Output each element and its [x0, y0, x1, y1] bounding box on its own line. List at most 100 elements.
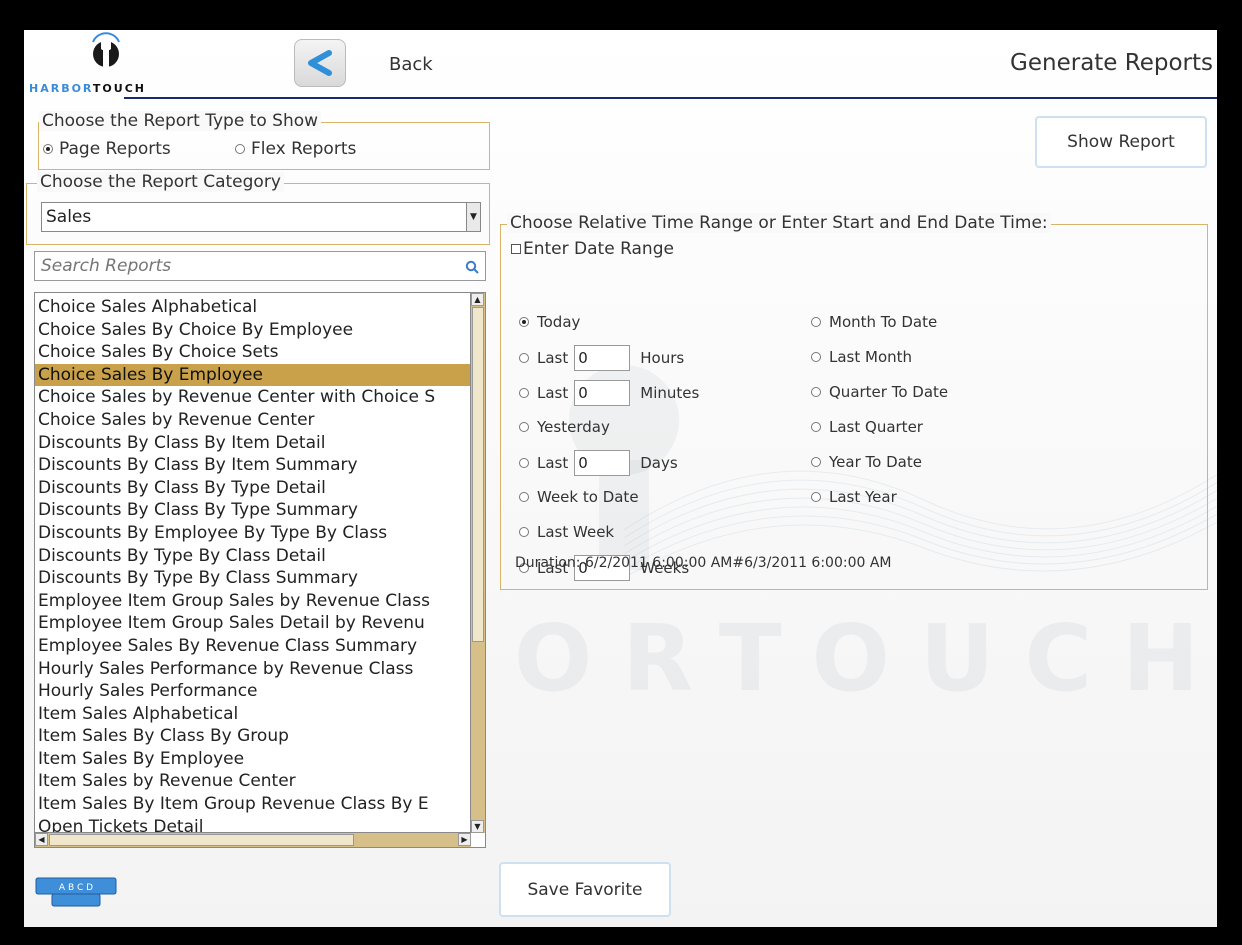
- search-icon[interactable]: [465, 260, 479, 274]
- radio-button[interactable]: [519, 388, 529, 398]
- radio-last-days[interactable]: Last Days: [519, 450, 678, 476]
- radio-label: Last: [537, 349, 569, 367]
- report-list[interactable]: Choice Sales Alphabetical Choice Sales By…: [34, 292, 486, 848]
- radio-last-quarter[interactable]: Last Quarter: [811, 418, 923, 436]
- back-label[interactable]: Back: [389, 54, 433, 75]
- scroll-thumb[interactable]: [472, 307, 484, 642]
- logo-text-part1: HARBOR: [29, 82, 93, 95]
- scroll-down-icon[interactable]: ▼: [471, 820, 484, 833]
- radio-button[interactable]: [235, 144, 245, 154]
- radio-label: Flex Reports: [251, 139, 357, 159]
- list-item[interactable]: Discounts By Class By Type Detail: [35, 477, 471, 500]
- list-item[interactable]: Discounts By Class By Type Summary: [35, 499, 471, 522]
- back-button[interactable]: [294, 39, 346, 87]
- horizontal-scrollbar[interactable]: ◀ ▶: [35, 832, 471, 847]
- list-item[interactable]: Discounts By Type By Class Detail: [35, 545, 471, 568]
- list-item[interactable]: Employee Item Group Sales Detail by Reve…: [35, 612, 471, 635]
- scroll-thumb[interactable]: [49, 834, 354, 846]
- report-type-group: Choose the Report Type to Show Page Repo…: [38, 111, 490, 170]
- app-screen: ORTOUCH HARBORTOUCH Back Generate Report…: [24, 30, 1217, 927]
- show-report-button[interactable]: Show Report: [1035, 116, 1207, 168]
- search-box[interactable]: [34, 251, 486, 281]
- radio-label: Last: [537, 384, 569, 402]
- report-list-items: Choice Sales Alphabetical Choice Sales By…: [35, 296, 471, 838]
- radio-label: Last Year: [829, 488, 897, 506]
- radio-month-to-date[interactable]: Month To Date: [811, 313, 937, 331]
- radio-last-hours[interactable]: Last Hours: [519, 345, 684, 371]
- list-item[interactable]: Item Sales By Employee: [35, 748, 471, 771]
- radio-button[interactable]: [811, 422, 821, 432]
- scroll-right-icon[interactable]: ▶: [458, 833, 471, 846]
- report-type-legend: Choose the Report Type to Show: [39, 111, 322, 131]
- report-category-legend: Choose the Report Category: [37, 172, 284, 192]
- list-item[interactable]: Choice Sales by Revenue Center with Choi…: [35, 386, 471, 409]
- radio-yesterday[interactable]: Yesterday: [519, 418, 610, 436]
- save-favorite-button[interactable]: Save Favorite: [499, 862, 671, 917]
- scroll-up-icon[interactable]: ▲: [471, 293, 484, 306]
- days-input[interactable]: [574, 450, 631, 476]
- checkbox[interactable]: [511, 244, 521, 254]
- hours-input[interactable]: [574, 345, 631, 371]
- radio-week-to-date[interactable]: Week to Date: [519, 488, 639, 506]
- list-item[interactable]: Choice Sales By Choice By Employee: [35, 319, 471, 342]
- logo-text: HARBORTOUCH: [29, 82, 146, 95]
- enter-date-range-checkbox[interactable]: Enter Date Range: [511, 239, 674, 259]
- list-item[interactable]: Item Sales By Class By Group: [35, 725, 471, 748]
- radio-button[interactable]: [519, 353, 529, 363]
- search-input[interactable]: [41, 256, 451, 276]
- radio-last-week[interactable]: Last Week: [519, 523, 614, 541]
- radio-button[interactable]: [811, 387, 821, 397]
- radio-year-to-date[interactable]: Year To Date: [811, 453, 922, 471]
- radio-page-reports[interactable]: Page Reports: [43, 139, 171, 159]
- radio-last-minutes[interactable]: Last Minutes: [519, 380, 699, 406]
- radio-button[interactable]: [519, 458, 529, 468]
- list-item[interactable]: Item Sales By Item Group Revenue Class B…: [35, 793, 471, 816]
- watermark-text: ORTOUCH: [514, 605, 1217, 712]
- keyboard-icon[interactable]: A B C D: [34, 872, 118, 910]
- category-selected-value: Sales: [46, 207, 92, 227]
- chevron-down-icon[interactable]: ▼: [466, 203, 480, 231]
- minutes-input[interactable]: [574, 380, 631, 406]
- list-item[interactable]: Discounts By Class By Item Detail: [35, 432, 471, 455]
- scroll-left-icon[interactable]: ◀: [35, 833, 48, 846]
- radio-button[interactable]: [811, 492, 821, 502]
- checkbox-label: Enter Date Range: [523, 239, 674, 259]
- list-item[interactable]: Choice Sales by Revenue Center: [35, 409, 471, 432]
- list-item[interactable]: Item Sales Alphabetical: [35, 703, 471, 726]
- radio-button[interactable]: [43, 144, 53, 154]
- radio-button[interactable]: [811, 317, 821, 327]
- category-select[interactable]: Sales ▼: [41, 202, 481, 232]
- list-item[interactable]: Hourly Sales Performance by Revenue Clas…: [35, 658, 471, 681]
- list-item[interactable]: Item Sales by Revenue Center: [35, 770, 471, 793]
- list-item[interactable]: Choice Sales By Choice Sets: [35, 341, 471, 364]
- list-item[interactable]: Choice Sales By Employee: [35, 363, 471, 387]
- radio-label: Week to Date: [537, 488, 639, 506]
- radio-button[interactable]: [519, 492, 529, 502]
- list-item[interactable]: Discounts By Class By Item Summary: [35, 454, 471, 477]
- radio-last-month[interactable]: Last Month: [811, 348, 912, 366]
- radio-today[interactable]: Today: [519, 313, 580, 331]
- list-item[interactable]: Choice Sales Alphabetical: [35, 296, 471, 319]
- radio-label: Last Week: [537, 523, 615, 541]
- vertical-scrollbar[interactable]: ▲ ▼: [470, 293, 485, 833]
- list-item[interactable]: Employee Sales By Revenue Class Summary: [35, 635, 471, 658]
- radio-button[interactable]: [519, 422, 529, 432]
- logo-text-part2: TOUCH: [92, 82, 146, 95]
- list-item[interactable]: Employee Item Group Sales by Revenue Cla…: [35, 590, 471, 613]
- header-divider: [124, 97, 1217, 99]
- radio-last-year[interactable]: Last Year: [811, 488, 897, 506]
- radio-button[interactable]: [519, 317, 529, 327]
- radio-quarter-to-date[interactable]: Quarter To Date: [811, 383, 948, 401]
- list-item[interactable]: Discounts By Employee By Type By Class: [35, 522, 471, 545]
- radio-label: Year To Date: [829, 453, 922, 471]
- radio-label: Last Quarter: [829, 418, 923, 436]
- list-item[interactable]: Discounts By Type By Class Summary: [35, 567, 471, 590]
- radio-button[interactable]: [519, 527, 529, 537]
- unit-label: Minutes: [640, 384, 700, 402]
- radio-flex-reports[interactable]: Flex Reports: [235, 139, 356, 159]
- radio-label: Last: [537, 454, 569, 472]
- radio-button[interactable]: [811, 352, 821, 362]
- list-item[interactable]: Hourly Sales Performance: [35, 680, 471, 703]
- time-range-legend: Choose Relative Time Range or Enter Star…: [507, 213, 1051, 233]
- radio-button[interactable]: [811, 457, 821, 467]
